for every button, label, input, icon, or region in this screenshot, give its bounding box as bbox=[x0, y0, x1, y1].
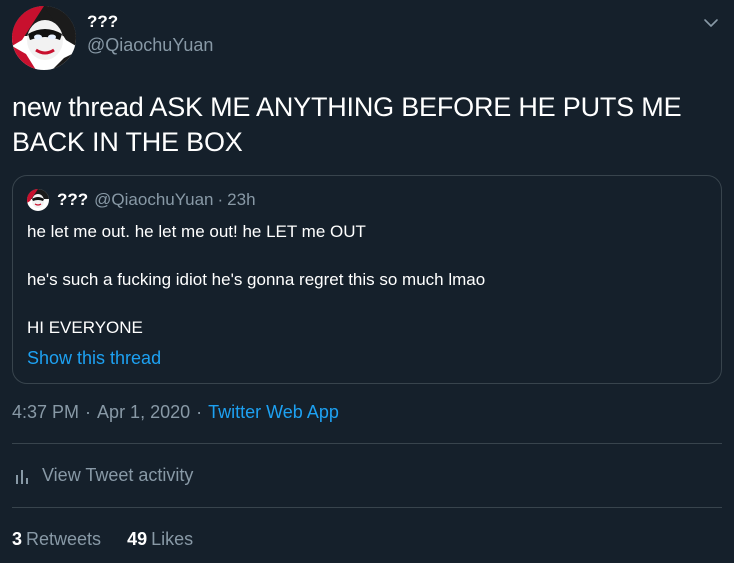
quoted-handle: @QiaochuYuan bbox=[94, 190, 214, 209]
likes-count: 49 bbox=[127, 529, 148, 549]
tweet-time[interactable]: 4:37 PM bbox=[12, 402, 79, 423]
quoted-tweet-header: ??? @QiaochuYuan · 23h bbox=[27, 189, 256, 211]
retweets-stat[interactable]: 3 Retweets bbox=[12, 529, 101, 550]
retweets-label: Retweets bbox=[26, 529, 102, 549]
tweet-stats: 3 Retweets 49 Likes bbox=[12, 529, 219, 550]
quoted-separator: · bbox=[217, 190, 224, 209]
divider bbox=[12, 443, 722, 444]
tweet-text: new thread ASK ME ANYTHING BEFORE HE PUT… bbox=[12, 92, 682, 157]
activity-label[interactable]: View Tweet activity bbox=[42, 465, 193, 486]
tweet-meta: 4:37 PM · Apr 1, 2020 · Twitter Web App bbox=[12, 402, 339, 423]
meta-separator: · bbox=[196, 402, 203, 422]
quoted-text-line: HI EVERYONE bbox=[27, 318, 143, 337]
display-name[interactable]: ??? bbox=[87, 11, 213, 33]
show-thread-link[interactable]: Show this thread bbox=[27, 348, 161, 369]
retweets-count: 3 bbox=[12, 529, 23, 549]
likes-label: Likes bbox=[151, 529, 194, 549]
quoted-time: 23h bbox=[227, 190, 256, 209]
meta-separator: · bbox=[85, 402, 92, 422]
likes-stat[interactable]: 49 Likes bbox=[127, 529, 193, 550]
tweet-date[interactable]: Apr 1, 2020 bbox=[97, 402, 190, 423]
quoted-avatar bbox=[27, 189, 49, 211]
view-tweet-activity[interactable]: View Tweet activity bbox=[14, 465, 193, 486]
quoted-display-name: ??? bbox=[57, 190, 89, 209]
tweet-header: ??? @QiaochuYuan bbox=[12, 6, 213, 70]
bar-chart-icon bbox=[16, 469, 28, 484]
author-names: ??? @QiaochuYuan bbox=[87, 12, 213, 57]
quoted-text-line: he's such a fucking idiot he's gonna reg… bbox=[27, 270, 486, 289]
quoted-text-line: he let me out. he let me out! he LET me … bbox=[27, 222, 366, 241]
tweet-card: ??? @QiaochuYuan new thread ASK ME ANYTH… bbox=[0, 0, 734, 563]
quoted-tweet[interactable]: ??? @QiaochuYuan · 23h he let me out. he… bbox=[12, 175, 722, 384]
divider bbox=[12, 507, 722, 508]
chevron-down-icon[interactable] bbox=[702, 16, 720, 30]
author-handle[interactable]: @QiaochuYuan bbox=[87, 33, 213, 57]
tweet-source[interactable]: Twitter Web App bbox=[208, 402, 339, 423]
avatar[interactable] bbox=[12, 6, 76, 70]
